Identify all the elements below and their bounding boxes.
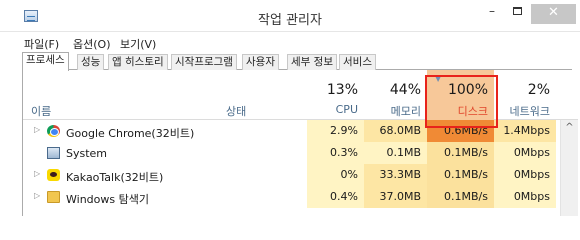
memory-cell: 37.0MB xyxy=(364,186,427,208)
cpu-cell: 2.9% xyxy=(307,120,364,142)
column-status[interactable]: 상태 xyxy=(226,103,246,119)
process-panel: 이름 상태 13% CPU 44% 메모리 ▼ 100% 디스크 2% 네트워크… xyxy=(22,70,578,216)
expand-icon[interactable]: ▷ xyxy=(34,125,40,134)
menu-file[interactable]: 파일(F) xyxy=(24,36,59,52)
close-button[interactable]: ✕ xyxy=(531,4,576,24)
cpu-label: CPU xyxy=(335,103,358,116)
disk-cell: 0.1MB/s xyxy=(427,164,494,186)
disk-cell: 0.1MB/s xyxy=(427,142,494,164)
process-row-kakaotalk[interactable]: ▷ KakaoTalk(32비트) 0% 33.3MB 0.1MB/s 0Mbp… xyxy=(23,164,578,186)
disk-cell: 0.1MB/s xyxy=(427,186,494,208)
system-icon xyxy=(47,147,60,159)
cpu-cell: 0.3% xyxy=(307,142,364,164)
expand-icon[interactable]: ▷ xyxy=(34,191,40,200)
scroll-up-icon[interactable]: ^ xyxy=(561,122,578,133)
network-cell: 1.4Mbps xyxy=(494,120,556,142)
tab-details[interactable]: 세부 정보 xyxy=(287,54,337,70)
column-cpu[interactable]: 13% CPU xyxy=(307,70,364,120)
kakaotalk-icon xyxy=(47,169,60,181)
tab-app-history[interactable]: 앱 히스토리 xyxy=(108,54,168,70)
vertical-scrollbar[interactable]: ^ xyxy=(560,120,578,216)
column-name[interactable]: 이름 xyxy=(31,103,51,119)
column-memory[interactable]: 44% 메모리 xyxy=(364,70,427,120)
network-label: 네트워크 xyxy=(509,105,550,118)
process-row-system[interactable]: System 0.3% 0.1MB 0.1MB/s 0Mbps xyxy=(23,142,578,164)
menu-options[interactable]: 옵션(O) xyxy=(73,36,110,52)
menu-bar: 파일(F) 옵션(O) 보기(V) xyxy=(0,34,580,52)
memory-cell: 33.3MB xyxy=(364,164,427,186)
disk-column-highlight xyxy=(425,75,498,128)
process-row-explorer[interactable]: ▷ Windows 탐색기 0.4% 37.0MB 0.1MB/s 0Mbps xyxy=(23,186,578,208)
process-name: Google Chrome(32비트) xyxy=(66,127,195,140)
menu-view[interactable]: 보기(V) xyxy=(120,36,156,52)
minimize-button[interactable]: – xyxy=(482,0,502,22)
cpu-total-percent: 13% xyxy=(326,82,358,98)
network-cell: 0Mbps xyxy=(494,142,556,164)
process-name: Windows 탐색기 xyxy=(66,193,149,206)
maximize-icon xyxy=(512,7,522,15)
process-name: KakaoTalk(32비트) xyxy=(66,171,164,184)
tab-performance[interactable]: 성능 xyxy=(77,54,105,70)
network-cell: 0Mbps xyxy=(494,186,556,208)
folder-icon xyxy=(47,191,60,203)
expand-icon[interactable]: ▷ xyxy=(34,169,40,178)
chrome-icon xyxy=(47,125,60,137)
cpu-cell: 0% xyxy=(307,164,364,186)
tab-bar: 프로세스 성능 앱 히스토리 시작프로그램 사용자 세부 정보 서비스 xyxy=(22,52,572,71)
tab-services[interactable]: 서비스 xyxy=(339,54,376,70)
column-network[interactable]: 2% 네트워크 xyxy=(494,70,556,120)
tab-startup[interactable]: 시작프로그램 xyxy=(171,54,237,70)
tab-processes[interactable]: 프로세스 xyxy=(22,52,69,71)
title-bar[interactable]: 작업 관리자 – ✕ xyxy=(0,0,580,32)
memory-total-percent: 44% xyxy=(389,82,421,98)
network-cell: 0Mbps xyxy=(494,164,556,186)
network-total-percent: 2% xyxy=(527,82,550,98)
maximize-button[interactable] xyxy=(506,0,528,22)
memory-cell: 68.0MB xyxy=(364,120,427,142)
process-name: System xyxy=(66,147,108,160)
memory-label: 메모리 xyxy=(390,105,421,118)
memory-cell: 0.1MB xyxy=(364,142,427,164)
cpu-cell: 0.4% xyxy=(307,186,364,208)
tab-users[interactable]: 사용자 xyxy=(242,54,279,70)
